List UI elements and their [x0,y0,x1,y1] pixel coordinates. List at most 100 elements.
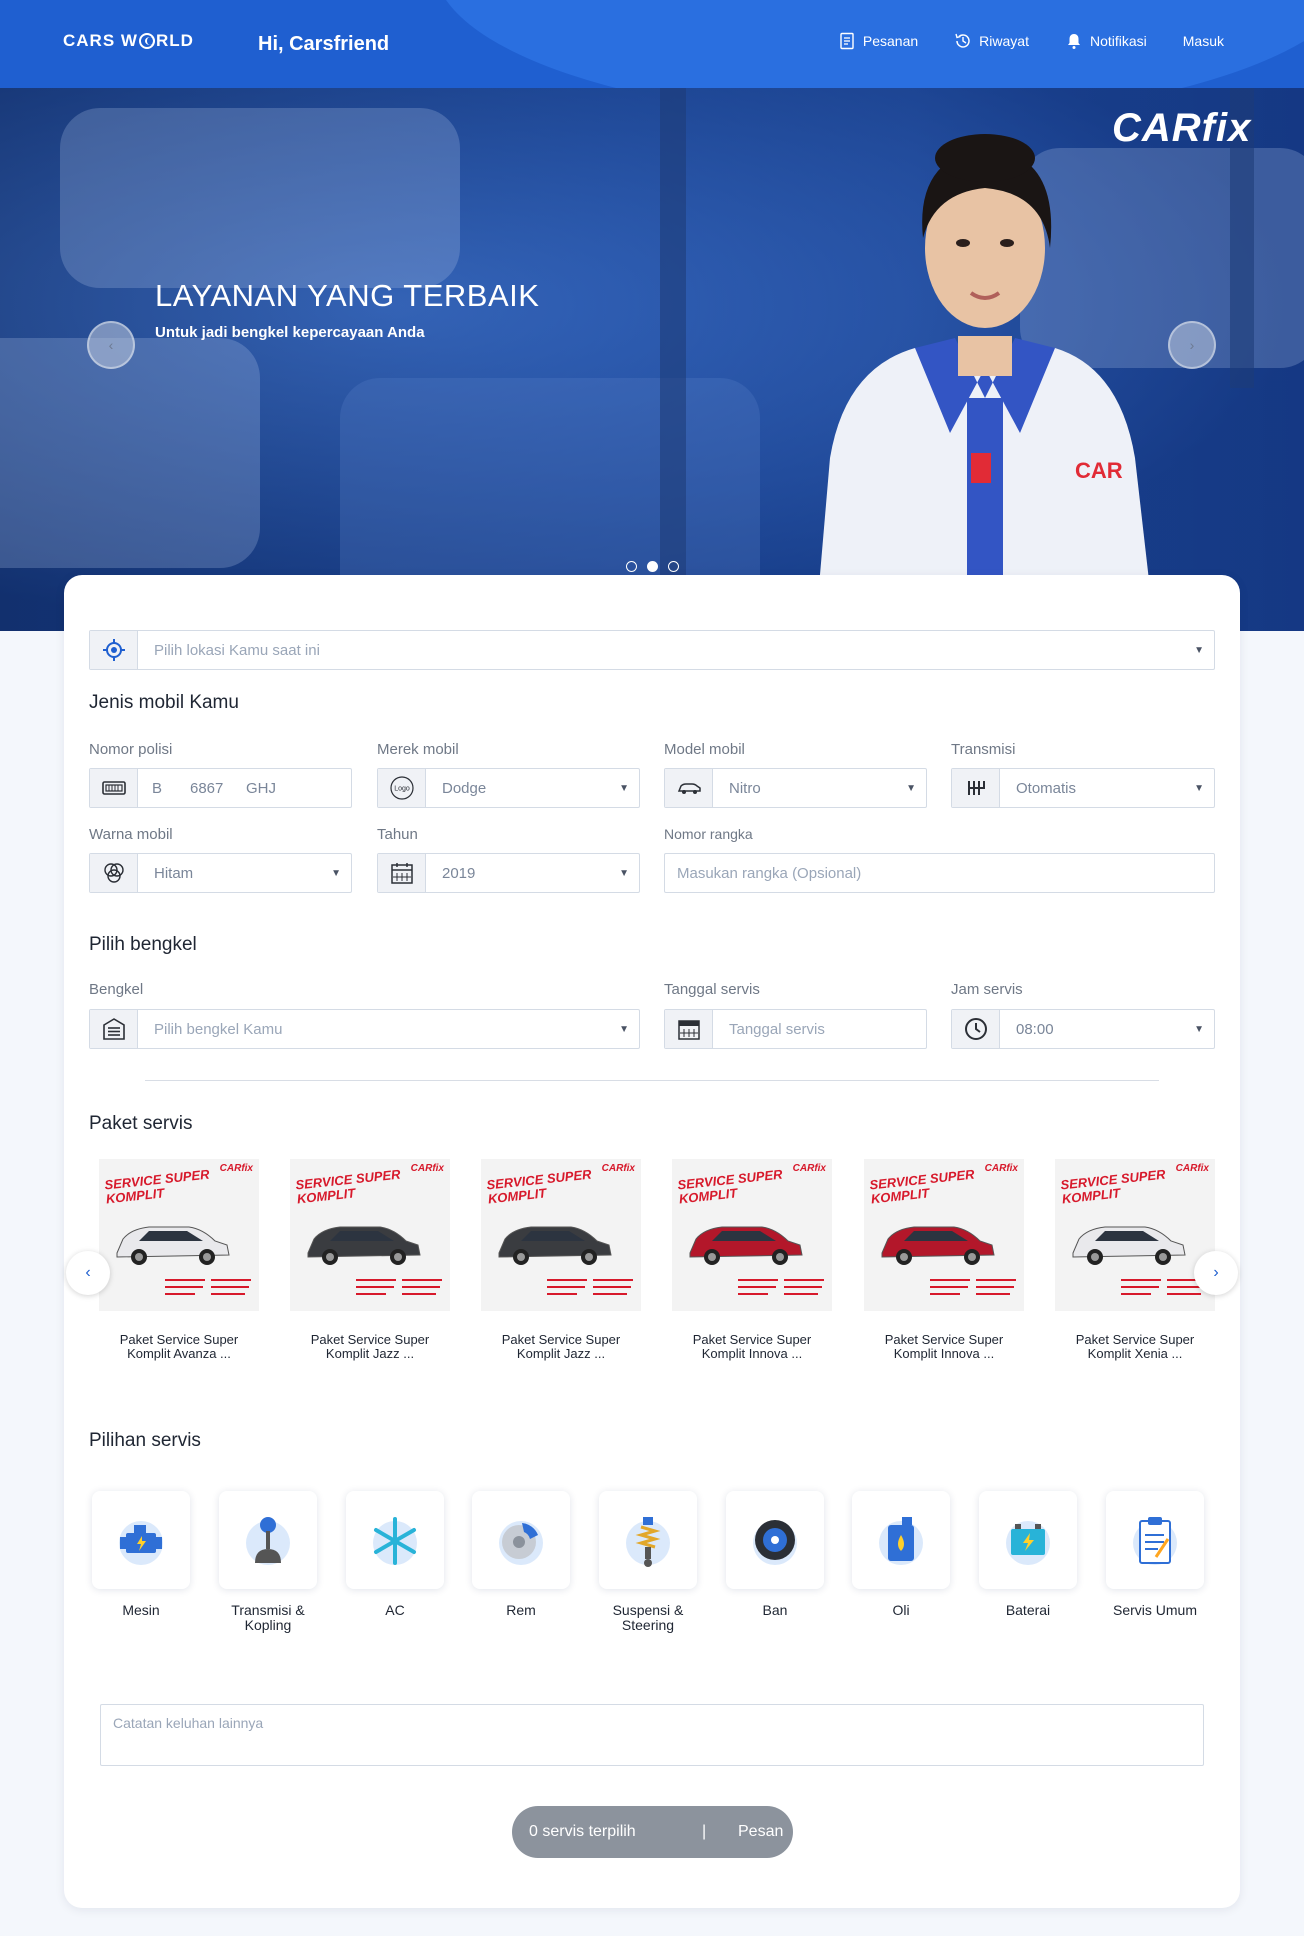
hero-prev-button[interactable]: ‹ [87,321,135,369]
chassis-input[interactable]: Masukan rangka (Opsional) [664,853,1215,893]
nav-notifikasi-label: Notifikasi [1089,33,1147,49]
calendar-icon [390,863,413,884]
selected-count-text: 0 servis terpilih [529,1823,636,1840]
year-value: 2019 [442,864,476,882]
services-section-title: Pilihan servis [89,1430,201,1451]
calendar-icon [677,1020,700,1040]
package-car-image [307,1226,421,1265]
brand-select[interactable]: Logo Dodge ▼ [377,768,640,808]
nav-riwayat-label: Riwayat [979,33,1029,49]
service-label-line1: Mesin [122,1602,160,1618]
package-car-image [498,1226,612,1265]
nav-notifikasi[interactable]: Notifikasi [1065,32,1147,50]
service-option-transmisi[interactable]: Transmisi & Kopling [219,1491,317,1633]
plate-prefix: B [152,779,163,797]
color-select[interactable]: Hitam ▼ [89,853,352,893]
service-icon-box [979,1491,1077,1589]
service-option-baterai[interactable]: Baterai [979,1491,1077,1618]
service-option-mesin[interactable]: Mesin [92,1491,190,1618]
model-icon-box [665,769,713,807]
hero-next-button[interactable]: › [1168,321,1216,369]
date-placeholder: Tanggal servis [729,1020,825,1038]
package-name: Paket Service Super Komplit Jazz ... [290,1333,450,1361]
service-option-suspensi[interactable]: Suspensi & Steering [599,1491,697,1633]
plate-input[interactable]: B 6867 GHJ [89,768,352,808]
notes-textarea[interactable]: Catatan keluhan lainnya [100,1704,1204,1766]
package-card[interactable]: SERVICE SUPER KOMPLIT CARfix Paket Service … [1055,1159,1215,1361]
time-label: Jam servis [951,981,1023,998]
hero-lift-pillar [660,88,686,631]
order-icon [840,32,854,50]
order-button[interactable]: 0 servis terpilih | Pesan [512,1806,793,1858]
transmission-select[interactable]: Otomatis ▼ [951,768,1215,808]
app-logo[interactable]: CARS W RLD [63,31,194,51]
brand-value: Dodge [442,779,487,797]
transmission-label: Transmisi [951,741,1016,758]
package-name-line2: Komplit Jazz ... [325,1346,415,1361]
service-label: Servis Umum [1106,1603,1204,1618]
time-select[interactable]: 08:00 ▼ [951,1009,1215,1049]
package-card[interactable]: SERVICE SUPER KOMPLIT CARfix Paket Service … [864,1159,1024,1361]
color-palette-icon [103,863,124,883]
carousel-dot[interactable] [626,561,637,572]
package-brand: CARfix [219,1163,253,1174]
service-icon-box [599,1491,697,1589]
year-select[interactable]: 2019 ▼ [377,853,640,893]
service-label-line2: Steering [621,1617,675,1633]
service-option-rem[interactable]: Rem [472,1491,570,1618]
package-name: Paket Service Super Komplit Xenia ... [1055,1333,1215,1361]
nav-riwayat[interactable]: Riwayat [954,32,1029,50]
carousel-dot[interactable] [668,561,679,572]
greeting-text: Hi, Carsfriend [258,33,390,55]
brand-icon-box: Logo [378,769,426,807]
package-promo-tag: SERVICE SUPER KOMPLIT [1060,1167,1168,1207]
car-section-title: Jenis mobil Kamu [89,692,239,713]
model-select[interactable]: Nitro ▼ [664,768,927,808]
package-card[interactable]: SERVICE SUPER KOMPLIT CARfix Paket Service … [99,1159,259,1361]
service-option-oli[interactable]: Oli [852,1491,950,1618]
package-details-graphic [738,1279,824,1295]
packages-prev-button[interactable]: ‹ [66,1251,110,1295]
service-option-servis-umum[interactable]: Servis Umum [1106,1491,1204,1618]
history-icon [955,33,970,48]
date-input[interactable]: Tanggal servis [664,1009,927,1049]
mechanic-illustration: CAR [815,134,1155,631]
service-option-ban[interactable]: Ban [726,1491,824,1618]
nav-pesanan[interactable]: Pesanan [838,32,918,50]
color-value: Hitam [154,864,194,882]
package-car-image [689,1226,803,1265]
chevron-down-icon: ▼ [1194,1023,1204,1035]
package-card[interactable]: SERVICE SUPER KOMPLIT CARfix Paket Service … [290,1159,450,1361]
service-label: Mesin [92,1603,190,1618]
package-card[interactable]: SERVICE SUPER KOMPLIT CARfix Paket Service … [672,1159,832,1361]
package-card[interactable]: SERVICE SUPER KOMPLIT CARfix Paket Service … [481,1159,641,1361]
packages-next-button[interactable]: › [1194,1251,1238,1295]
package-name-line2: Komplit Innova ... [701,1346,803,1361]
hero-car-shape [60,108,460,288]
package-brand: CARfix [410,1163,444,1174]
location-select[interactable]: Pilih lokasi Kamu saat ini ▼ [89,630,1215,670]
brand-logo-icon: Logo [389,776,414,800]
plate-icon-box [90,769,138,807]
service-option-ac[interactable]: AC [346,1491,444,1618]
nav-masuk[interactable]: Masuk [1183,32,1224,50]
service-icon-box [726,1491,824,1589]
locate-icon [102,639,125,661]
time-value: 08:00 [1016,1020,1054,1038]
tire-icon [753,1520,797,1565]
gearbox-icon [967,781,985,795]
location-placeholder: Pilih lokasi Kamu saat ini [154,641,320,659]
oil-icon [879,1517,923,1565]
carfix-logo: CARfix [1112,106,1252,150]
car-icon [677,783,701,794]
garage-icon [102,1018,125,1040]
package-details-graphic [356,1279,442,1295]
carousel-dot-active[interactable] [647,561,658,572]
nav-pesanan-label: Pesanan [862,33,919,49]
service-icon-box [1106,1491,1204,1589]
color-label: Warna mobil [89,826,173,843]
workshop-select[interactable]: Pilih bengkel Kamu ▼ [89,1009,640,1049]
license-plate-icon [101,781,126,795]
brand-logo-text: Logo [394,786,410,793]
snowflake-icon [373,1517,417,1565]
